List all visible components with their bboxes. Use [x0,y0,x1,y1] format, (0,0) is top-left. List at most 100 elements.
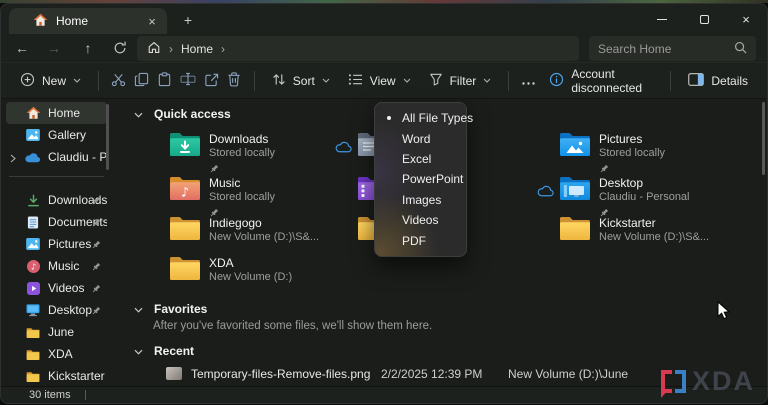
section-header-quick-access[interactable]: Quick access [134,107,231,121]
maximize-button[interactable] [683,4,725,34]
section-header-favorites[interactable]: Favorites [134,302,207,316]
filter-menu-item-excel[interactable]: Excel [375,149,466,169]
home-icon [25,106,41,120]
filter-menu-item-videos[interactable]: Videos [375,210,466,230]
back-button[interactable]: ← [9,36,35,60]
account-status-button[interactable]: Account disconnected [540,67,662,95]
details-button[interactable]: Details [679,67,757,95]
chevron-right-icon[interactable]: › [221,42,225,56]
new-tab-button[interactable]: + [179,11,197,29]
folder-icon [25,371,41,382]
chevron-down-icon[interactable] [134,344,143,358]
sidebar-item-downloads[interactable]: Downloads [6,189,107,211]
quick-access-item-kickstarter[interactable]: KickstarterNew Volume (D:)\S&... [559,216,744,256]
view-icon [348,73,363,89]
sidebar-item-claudiu-person[interactable]: Claudiu - Person [6,146,107,168]
sidebar-item-xda[interactable]: XDA [6,343,107,365]
quick-access-item-indiegogo[interactable]: IndiegogoNew Volume (D:)\S&... [169,216,354,256]
tab-close-icon[interactable]: × [143,12,161,30]
chevron-down-icon [403,78,411,83]
cut-button[interactable] [107,67,130,95]
quick-access-item-text: KickstarterNew Volume (D:)\S&... [599,217,709,244]
filter-menu-item-powerpoint[interactable]: PowerPoint [375,169,466,189]
item-name: XDA [209,257,292,270]
quick-access-item-xda[interactable]: XDANew Volume (D:) [169,256,354,296]
sidebar-item-videos[interactable]: Videos [6,277,107,299]
filter-menu-item-images[interactable]: Images [375,190,466,210]
folder-downloads-icon [169,132,201,160]
new-button[interactable]: New [11,67,90,95]
chevron-down-icon [483,78,491,83]
up-button[interactable]: ↑ [75,36,101,60]
sidebar-item-gallery[interactable]: Gallery [6,124,107,146]
folder-pictures-icon [559,132,591,160]
details-label: Details [711,74,748,88]
quick-access-item-downloads[interactable]: DownloadsStored locally [169,132,354,172]
home-tab-icon [33,13,48,30]
xda-bracket-left-icon [661,370,672,393]
quick-access-item-desktop[interactable]: DesktopClaudiu - Personal [559,176,744,216]
toolbar-divider [508,71,509,91]
close-button[interactable]: × [725,4,767,34]
tab-home[interactable]: Home × [9,8,167,34]
share-button[interactable] [200,67,223,95]
sidebar-item-desktop[interactable]: Desktop [6,299,107,321]
downloads-icon [25,194,41,207]
recent-file-date: 2/2/2025 12:39 PM [381,367,482,381]
titlebar[interactable]: Home × + × [1,4,767,34]
sidebar-item-home[interactable]: Home [6,102,107,124]
copy-button[interactable] [130,67,153,95]
breadcrumb-home-icon[interactable] [147,41,161,57]
explorer-body: HomeGalleryClaudiu - Person DownloadsDocu… [1,99,767,386]
section-header-recent[interactable]: Recent [134,344,194,358]
selected-bullet-icon [375,116,402,120]
item-location: New Volume (D:)\S&... [209,231,319,244]
address-bar[interactable]: › Home › [137,36,579,61]
item-location: New Volume (D:) [209,271,292,284]
filter-label: Filter [450,74,477,88]
view-dropdown-button[interactable]: View [339,67,420,95]
quick-access-item-music[interactable]: ♪MusicStored locally [169,176,354,216]
rename-button[interactable] [176,67,199,95]
filter-menu-item-label: PDF [402,234,426,248]
chevron-down-icon [73,78,81,83]
sidebar-item-documents[interactable]: Documents [6,211,107,233]
sidebar-item-june[interactable]: June [6,321,107,343]
filter-dropdown-button[interactable]: Filter [420,67,501,95]
filter-menu-item-pdf[interactable]: PDF [375,231,466,251]
filter-dropdown-menu: All File TypesWordExcelPowerPointImagesV… [374,102,467,257]
sidebar-item-label: June [48,325,74,339]
filter-menu-item-all-file-types[interactable]: All File Types [375,108,466,128]
chevron-down-icon [322,78,330,83]
chevron-right-icon[interactable] [10,152,16,166]
chevron-down-icon[interactable] [134,302,143,316]
sidebar-item-kickstarter[interactable]: Kickstarter [6,365,107,386]
filter-menu-item-word[interactable]: Word [375,128,466,148]
forward-button[interactable]: → [41,36,67,60]
minimize-button[interactable] [641,4,683,34]
cut-icon [111,72,126,90]
sidebar-item-music[interactable]: ♪Music [6,255,107,277]
paste-button[interactable] [153,67,176,95]
chevron-down-icon[interactable] [134,107,143,121]
folder-desktop-icon [559,176,591,204]
refresh-button[interactable] [107,36,133,60]
pin-icon [91,239,101,253]
search-input[interactable]: Search Home [589,36,756,61]
toolbar-divider [254,71,255,91]
main-scrollbar[interactable] [762,102,765,175]
details-pane-icon [688,73,704,89]
favorites-title: Favorites [154,302,207,316]
sidebar-scrollbar[interactable] [106,104,109,170]
sidebar-list: HomeGalleryClaudiu - Person DownloadsDocu… [1,99,114,386]
toolbar-divider [670,71,671,91]
item-name: Kickstarter [599,217,709,230]
sidebar-item-pictures[interactable]: Pictures [6,233,107,255]
quick-access-title: Quick access [154,107,231,121]
breadcrumb-segment-home[interactable]: Home [181,42,213,56]
delete-button[interactable] [223,67,246,95]
xda-watermark: XDA [661,370,755,393]
quick-access-item-pictures[interactable]: PicturesStored locally [559,132,744,172]
more-options-button[interactable] [517,67,540,95]
sort-dropdown-button[interactable]: Sort [263,67,339,95]
